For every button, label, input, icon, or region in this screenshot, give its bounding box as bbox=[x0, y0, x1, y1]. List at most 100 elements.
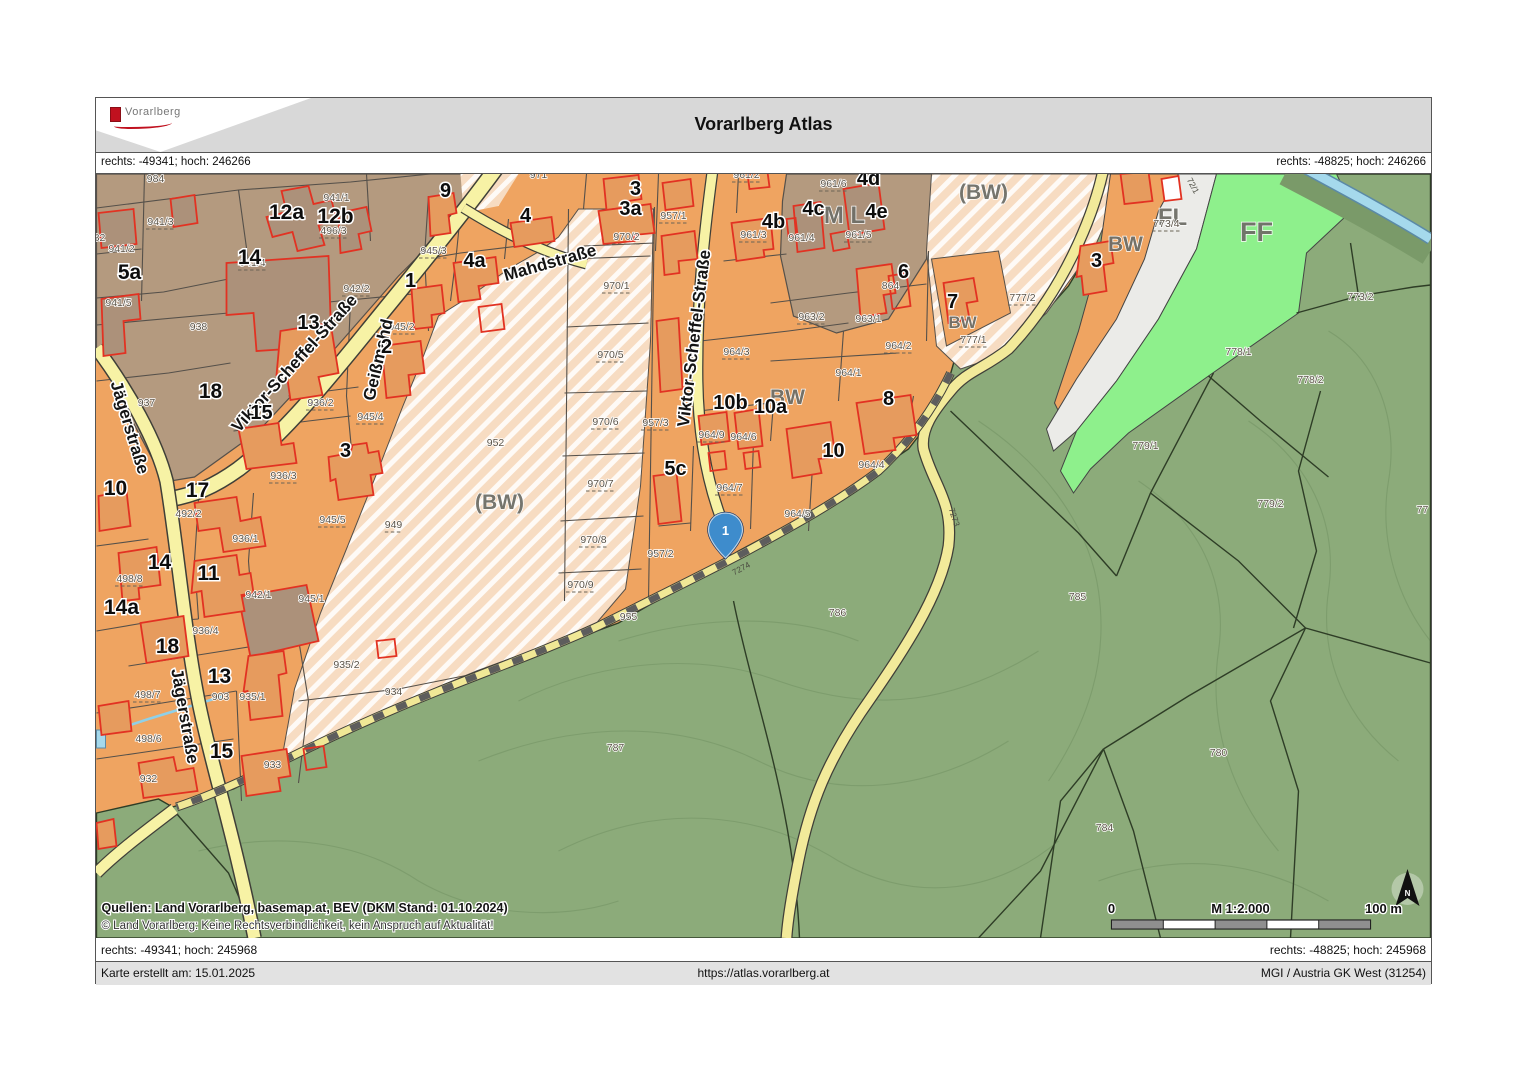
map-viewport[interactable]: (BW)M LBWFLFFBWBW(BW) 984941/3941/282941… bbox=[96, 174, 1431, 938]
house-number-label: 4c bbox=[802, 198, 824, 220]
parcel-number-label: 945/5 bbox=[319, 514, 345, 526]
zone-code-label: FF bbox=[1240, 217, 1273, 247]
house-number-label: 9 bbox=[440, 180, 451, 202]
parcel-number-label: 957/3 bbox=[642, 417, 668, 429]
zone-code-label: BW bbox=[948, 313, 977, 332]
parcel-number-label: 970/9 bbox=[567, 579, 593, 591]
parcel-number-label: 941/2 bbox=[108, 243, 134, 255]
parcel-number-label: 952 bbox=[487, 437, 505, 449]
house-number-label: 3 bbox=[1091, 250, 1102, 272]
parcel-number-label: 971 bbox=[530, 174, 548, 181]
coord-top-right: rechts: -48825; hoch: 246266 bbox=[1276, 156, 1426, 168]
house-number-label: 7 bbox=[947, 291, 958, 313]
parcel-number-label: 964/9 bbox=[698, 429, 724, 441]
parcel-number-label: 777/1 bbox=[960, 334, 986, 346]
parcel-number-label: 941/1 bbox=[323, 192, 349, 204]
parcel-number-label: 964/3 bbox=[723, 346, 749, 358]
house-number-label: 5a bbox=[118, 261, 142, 284]
house-number-label: 10a bbox=[754, 396, 788, 418]
page-title: Vorarlberg Atlas bbox=[96, 114, 1431, 135]
parcel-number-label: 942/1 bbox=[245, 589, 271, 601]
house-number-label: 2 bbox=[381, 336, 392, 358]
house-number-label: 14 bbox=[238, 246, 262, 269]
parcel-number-label: 970/1 bbox=[603, 280, 629, 292]
parcel-number-label: 984 bbox=[147, 174, 165, 185]
parcel-number-label: 963/2 bbox=[798, 311, 824, 323]
marker-label: 1 bbox=[722, 523, 729, 538]
parcel-number-label: 961/4 bbox=[788, 232, 814, 244]
house-number-label: 8 bbox=[883, 388, 894, 410]
north-label: N bbox=[1405, 889, 1411, 898]
parcel-number-label: 935/2 bbox=[333, 659, 359, 671]
coordinate-strip-top: rechts: -49341; hoch: 246266 rechts: -48… bbox=[96, 153, 1431, 174]
parcel-number-label: 949 bbox=[385, 519, 403, 531]
parcel-number-label: 779/1 bbox=[1132, 440, 1158, 452]
parcel-number-label: 934 bbox=[385, 686, 403, 698]
parcel-number-label: 785 bbox=[1069, 591, 1087, 603]
zone-code-label: M L bbox=[824, 202, 865, 229]
parcel-number-label: 82 bbox=[96, 232, 105, 244]
parcel-number-label: 961/6 bbox=[820, 178, 846, 190]
house-number-label: 15 bbox=[250, 402, 272, 424]
footer-bar: https://atlas.vorarlberg.at Karte erstel… bbox=[96, 962, 1431, 985]
parcel-number-label: 970/8 bbox=[580, 534, 606, 546]
parcel-number-label: 936/1 bbox=[232, 533, 258, 545]
parcel-number-label: 970/5 bbox=[597, 349, 623, 361]
coordinate-strip-bottom: rechts: -49341; hoch: 245968 rechts: -48… bbox=[96, 938, 1431, 962]
house-number-label: 14 bbox=[148, 551, 172, 574]
parcel-number-label: 932 bbox=[140, 773, 158, 785]
parcel-number-label: 787 bbox=[607, 742, 625, 754]
parcel-number-label: 957/2 bbox=[647, 548, 673, 560]
parcel-number-label: 784 bbox=[1096, 822, 1114, 834]
zone-code-label: (BW) bbox=[959, 181, 1008, 204]
sources-line1: Quellen: Land Vorarlberg, basemap.at, BE… bbox=[102, 901, 508, 915]
house-number-label: 17 bbox=[186, 479, 209, 502]
parcel-number-label: 961/2 bbox=[733, 174, 759, 181]
parcel-number-label: 964/1 bbox=[835, 367, 861, 379]
parcel-number-label: 492/2 bbox=[175, 508, 201, 520]
parcel-number-label: 938 bbox=[190, 321, 208, 333]
parcel-number-label: 955 bbox=[620, 611, 638, 623]
parcel-number-label: 498/8 bbox=[116, 573, 142, 585]
parcel-number-label: 945/3 bbox=[420, 245, 446, 257]
house-number-label: 4 bbox=[520, 205, 532, 227]
house-number-label: 18 bbox=[199, 380, 223, 403]
parcel-number-label: 970/6 bbox=[592, 416, 618, 428]
parcel-number-label: 964/6 bbox=[730, 431, 756, 443]
zone-code-label: BW bbox=[1108, 233, 1143, 256]
parcel-number-label: 777/2 bbox=[1009, 292, 1035, 304]
house-number-label: 4b bbox=[762, 211, 785, 233]
footer-crs: MGI / Austria GK West (31254) bbox=[1261, 966, 1426, 980]
parcel-number-label: 935/1 bbox=[239, 691, 265, 703]
parcel-number-label: 945/1 bbox=[298, 593, 324, 605]
house-number-label: 3a bbox=[619, 198, 642, 220]
scale-ratio: M 1:2.000 bbox=[1211, 901, 1270, 916]
parcel-number-label: 936/3 bbox=[270, 470, 296, 482]
logo-text: Vorarlberg bbox=[125, 106, 181, 118]
vorarlberg-atlas-page: Vorarlberg Atlas Vorarlberg rechts: -493… bbox=[0, 0, 1527, 1080]
parcel-number-label: 773/4 bbox=[1153, 218, 1179, 230]
zone-code-label: (BW) bbox=[475, 491, 524, 514]
parcel-number-label: 903 bbox=[212, 691, 230, 703]
house-number-label: 4a bbox=[463, 250, 486, 272]
house-number-label: 10b bbox=[713, 392, 747, 414]
footer-url: https://atlas.vorarlberg.at bbox=[96, 966, 1431, 980]
map-canvas[interactable]: (BW)M LBWFLFFBWBW(BW) 984941/3941/282941… bbox=[96, 174, 1431, 938]
house-number-label: 18 bbox=[156, 635, 180, 658]
house-number-label: 4e bbox=[865, 201, 887, 223]
house-number-label: 15 bbox=[210, 740, 234, 763]
map-document: Vorarlberg Atlas Vorarlberg rechts: -493… bbox=[95, 97, 1432, 984]
parcel-number-label: 778/2 bbox=[1297, 374, 1323, 386]
house-number-label: 10 bbox=[104, 477, 127, 500]
parcel-number-label: 964/7 bbox=[716, 482, 742, 494]
parcel-number-label: 778/1 bbox=[1225, 346, 1251, 358]
parcel-number-label: 936/4 bbox=[192, 625, 218, 637]
house-number-label: 12a bbox=[269, 201, 304, 224]
coord-bottom-left: rechts: -49341; hoch: 245968 bbox=[101, 943, 257, 957]
parcel-number-label: 945/4 bbox=[357, 411, 383, 423]
sources-line2: © Land Vorarlberg: Keine Rechtsverbindli… bbox=[102, 920, 494, 932]
parcel-number-label: 933 bbox=[264, 759, 282, 771]
house-number-label: 6 bbox=[898, 261, 909, 283]
parcel-number-label: 964/4 bbox=[858, 459, 884, 471]
parcel-number-label: 970/2 bbox=[613, 231, 639, 243]
